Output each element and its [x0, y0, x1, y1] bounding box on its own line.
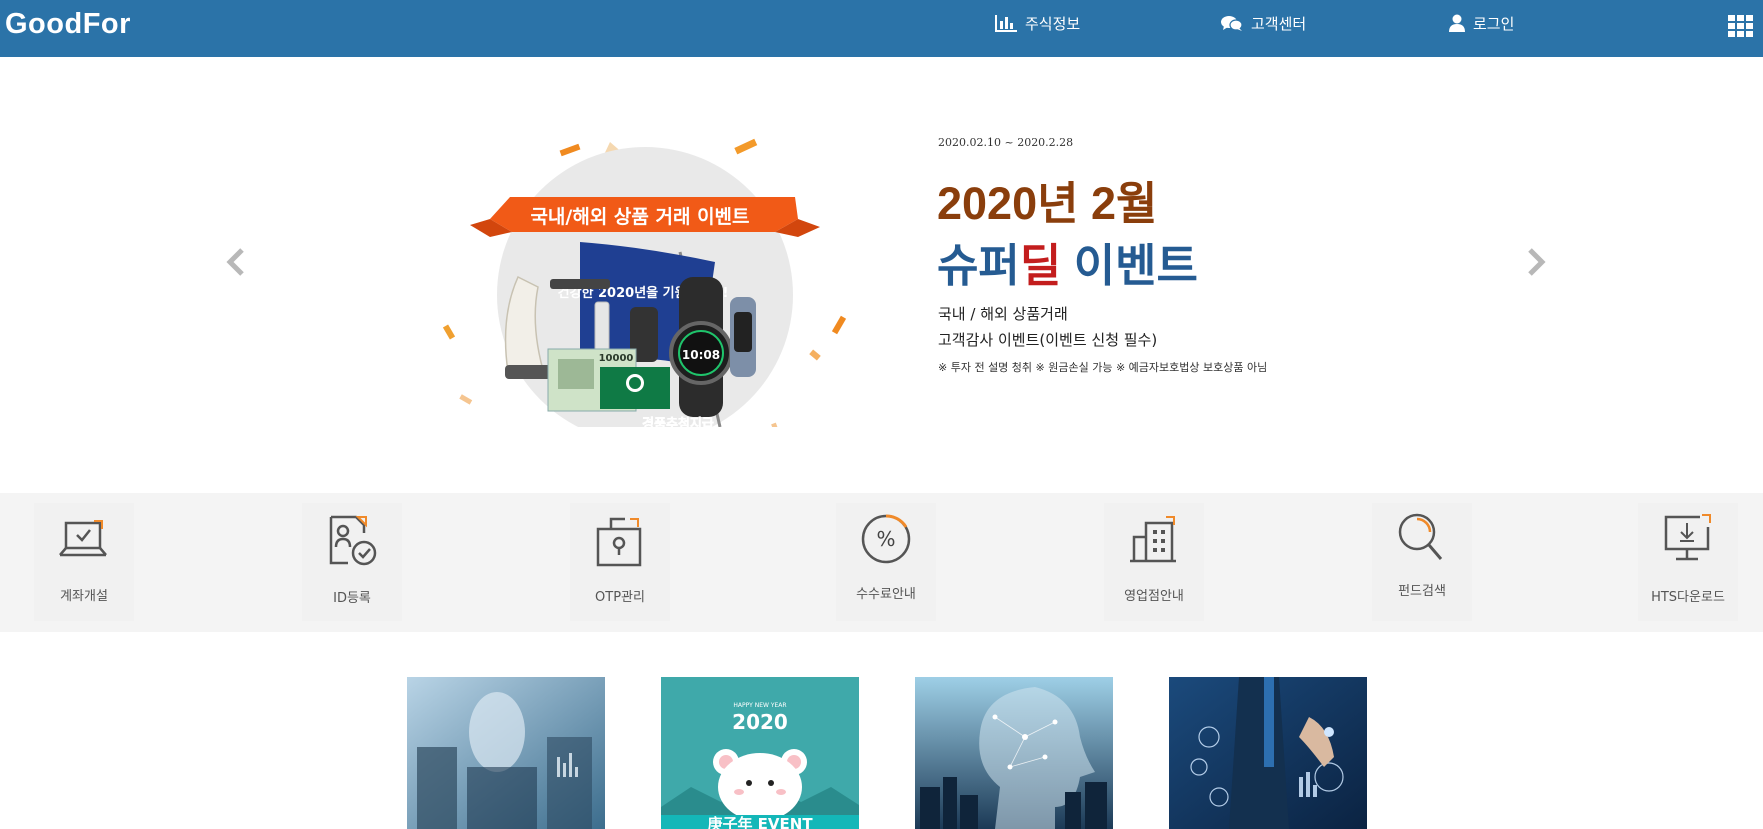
thumb-year-text: 2020 — [732, 710, 788, 734]
nav-stock-info[interactable]: 주식정보 — [995, 12, 1080, 34]
magnifier-icon — [1398, 513, 1443, 560]
top-navigation-bar: GoodFor 주식정보 고객센터 로그인 — [0, 0, 1763, 57]
investment-notice: ※ 투자 전 설명 청취 ※ 원금손실 가능 ※ 예금자보호법상 보호상품 아님 — [938, 361, 1268, 374]
quick-id-register[interactable]: ID등록 — [302, 503, 402, 621]
thumbnail-card-1[interactable] — [407, 677, 605, 829]
quick-fee-guide[interactable]: % 수수료안내 — [836, 503, 936, 621]
thumb-event-text: 庚子年 EVENT — [707, 815, 813, 829]
event-title-event: 이벤트 — [1061, 240, 1198, 291]
event-title-super: 슈퍼 — [937, 240, 1020, 291]
hand-chart-image — [1169, 677, 1367, 829]
nav-customer-center[interactable]: 고객센터 — [1221, 12, 1306, 34]
ai-head-image — [915, 677, 1113, 829]
event-title-line2: 슈퍼딜 이벤트 — [937, 229, 1198, 294]
banner-ribbon-text: 국내/해외 상품 거래 이벤트 — [530, 206, 749, 228]
banner-prize-text: 경품추첨지급 — [642, 416, 714, 427]
nav-login-label: 로그인 — [1473, 14, 1515, 33]
grid-menu-icon[interactable] — [1728, 15, 1754, 37]
bar-chart-icon — [995, 14, 1017, 32]
laptop-check-icon — [59, 520, 107, 557]
site-logo[interactable]: GoodFor — [5, 8, 131, 41]
thumbnail-card-2[interactable]: HAPPY NEW YEAR 2020 庚子年 EVENT — [661, 677, 859, 829]
building-icon — [1130, 516, 1176, 563]
banner-voucher-amount: 10000 — [599, 353, 634, 364]
quick-hts-label: HTS다운로드 — [1651, 590, 1725, 605]
quick-open-account[interactable]: 계좌개설 — [34, 503, 134, 621]
event-period: 2020.02.10 ~ 2020.2.28 — [938, 136, 1074, 149]
svg-text:%: % — [876, 527, 895, 551]
otp-lock-icon — [596, 517, 642, 567]
quick-id-register-label: ID등록 — [333, 591, 371, 606]
quick-menu-bar: 계좌개설 ID등록 OTP관리 % 수수료안내 영업점안내 펀드검색 HTS다운… — [0, 493, 1763, 632]
quick-fee-label: 수수료안내 — [856, 587, 916, 602]
chat-bubbles-icon — [1221, 15, 1243, 31]
nav-stock-label: 주식정보 — [1025, 14, 1081, 33]
quick-open-account-label: 계좌개설 — [60, 589, 108, 604]
user-icon — [1449, 14, 1465, 32]
id-register-icon — [329, 515, 377, 566]
carousel-prev-icon[interactable] — [222, 240, 252, 284]
thumbnail-card-3[interactable] — [915, 677, 1113, 829]
quick-branch-label: 영업점안내 — [1124, 589, 1184, 604]
event-title-deal-highlight: 딜 — [1019, 240, 1062, 291]
quick-otp-label: OTP관리 — [595, 590, 645, 605]
monitor-download-icon — [1664, 514, 1711, 561]
quick-otp-manage[interactable]: OTP관리 — [570, 503, 670, 621]
quick-hts-download[interactable]: HTS다운로드 — [1638, 503, 1738, 621]
businessman-data-image — [407, 677, 605, 829]
percent-icon: % — [861, 514, 911, 564]
nav-support-label: 고객센터 — [1251, 14, 1307, 33]
banner-watch-time: 10:08 — [682, 348, 720, 362]
event-description-2: 고객감사 이벤트(이벤트 신청 필수) — [938, 331, 1158, 349]
thumb-happy-new-year-text: HAPPY NEW YEAR — [733, 702, 786, 709]
event-title-line1: 2020년 2월 — [937, 178, 1158, 229]
hero-carousel: 국내/해외 상품 거래 이벤트 건강한 2020년을 기원합니다! 10:08 … — [0, 57, 1763, 493]
thumbnail-card-4[interactable] — [1169, 677, 1367, 829]
quick-fund-search[interactable]: 펀드검색 — [1372, 503, 1472, 621]
nav-login[interactable]: 로그인 — [1449, 12, 1514, 34]
event-description-1: 국내 / 해외 상품거래 — [938, 305, 1068, 323]
quick-branch-guide[interactable]: 영업점안내 — [1104, 503, 1204, 621]
new-year-event-image: HAPPY NEW YEAR 2020 庚子年 EVENT — [661, 677, 859, 829]
carousel-next-icon[interactable] — [1520, 240, 1550, 284]
quick-fund-label: 펀드검색 — [1398, 584, 1446, 599]
event-banner-illustration[interactable]: 국내/해외 상품 거래 이벤트 건강한 2020년을 기원합니다! 10:08 … — [430, 97, 860, 427]
